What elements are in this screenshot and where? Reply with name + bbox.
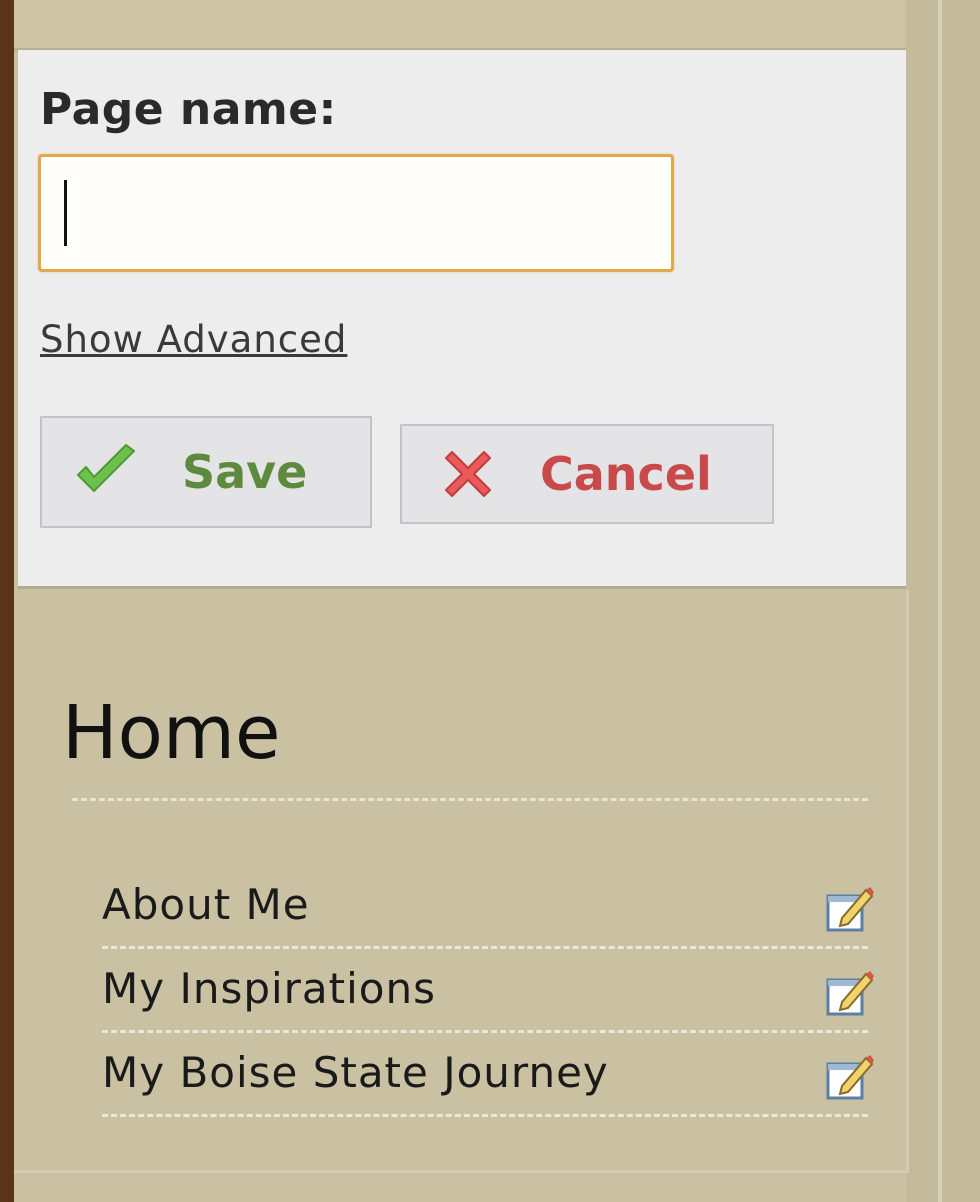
edit-icon[interactable] — [824, 968, 874, 1018]
home-link[interactable]: Home — [62, 690, 281, 776]
save-button[interactable]: Save — [40, 416, 372, 528]
nav-item-about-me: About Me — [102, 876, 874, 949]
app-frame: Page name: Show Advanced Save Cancel Hom… — [0, 0, 980, 1202]
page-name-label: Page name: — [40, 84, 337, 135]
nav-item-my-inspirations: My Inspirations — [102, 960, 874, 1033]
new-page-form: Page name: Show Advanced Save Cancel — [18, 50, 906, 589]
text-caret — [64, 180, 67, 246]
cancel-button-label: Cancel — [540, 447, 712, 501]
close-icon — [445, 451, 491, 497]
nav-bottom-border — [14, 1170, 906, 1173]
checkmark-icon — [77, 444, 135, 492]
page-navigation: Home About Me My Inspirations My Boise S… — [14, 590, 909, 1202]
cancel-button[interactable]: Cancel — [400, 424, 774, 524]
save-button-label: Save — [182, 445, 308, 499]
right-gutter-divider — [938, 0, 942, 1202]
edit-icon[interactable] — [824, 884, 874, 934]
show-advanced-link[interactable]: Show Advanced — [40, 318, 347, 361]
top-strip — [14, 0, 906, 51]
nav-item-link[interactable]: My Boise State Journey — [102, 1048, 609, 1097]
left-border-bar — [0, 0, 14, 1202]
right-gutter — [906, 0, 980, 1202]
nav-item-my-boise-state-journey: My Boise State Journey — [102, 1044, 874, 1117]
nav-item-link[interactable]: My Inspirations — [102, 964, 436, 1013]
page-name-input[interactable] — [38, 154, 674, 272]
nav-item-link[interactable]: About Me — [102, 880, 310, 929]
nav-right-border — [906, 590, 909, 1173]
home-divider — [72, 798, 868, 801]
edit-icon[interactable] — [824, 1052, 874, 1102]
